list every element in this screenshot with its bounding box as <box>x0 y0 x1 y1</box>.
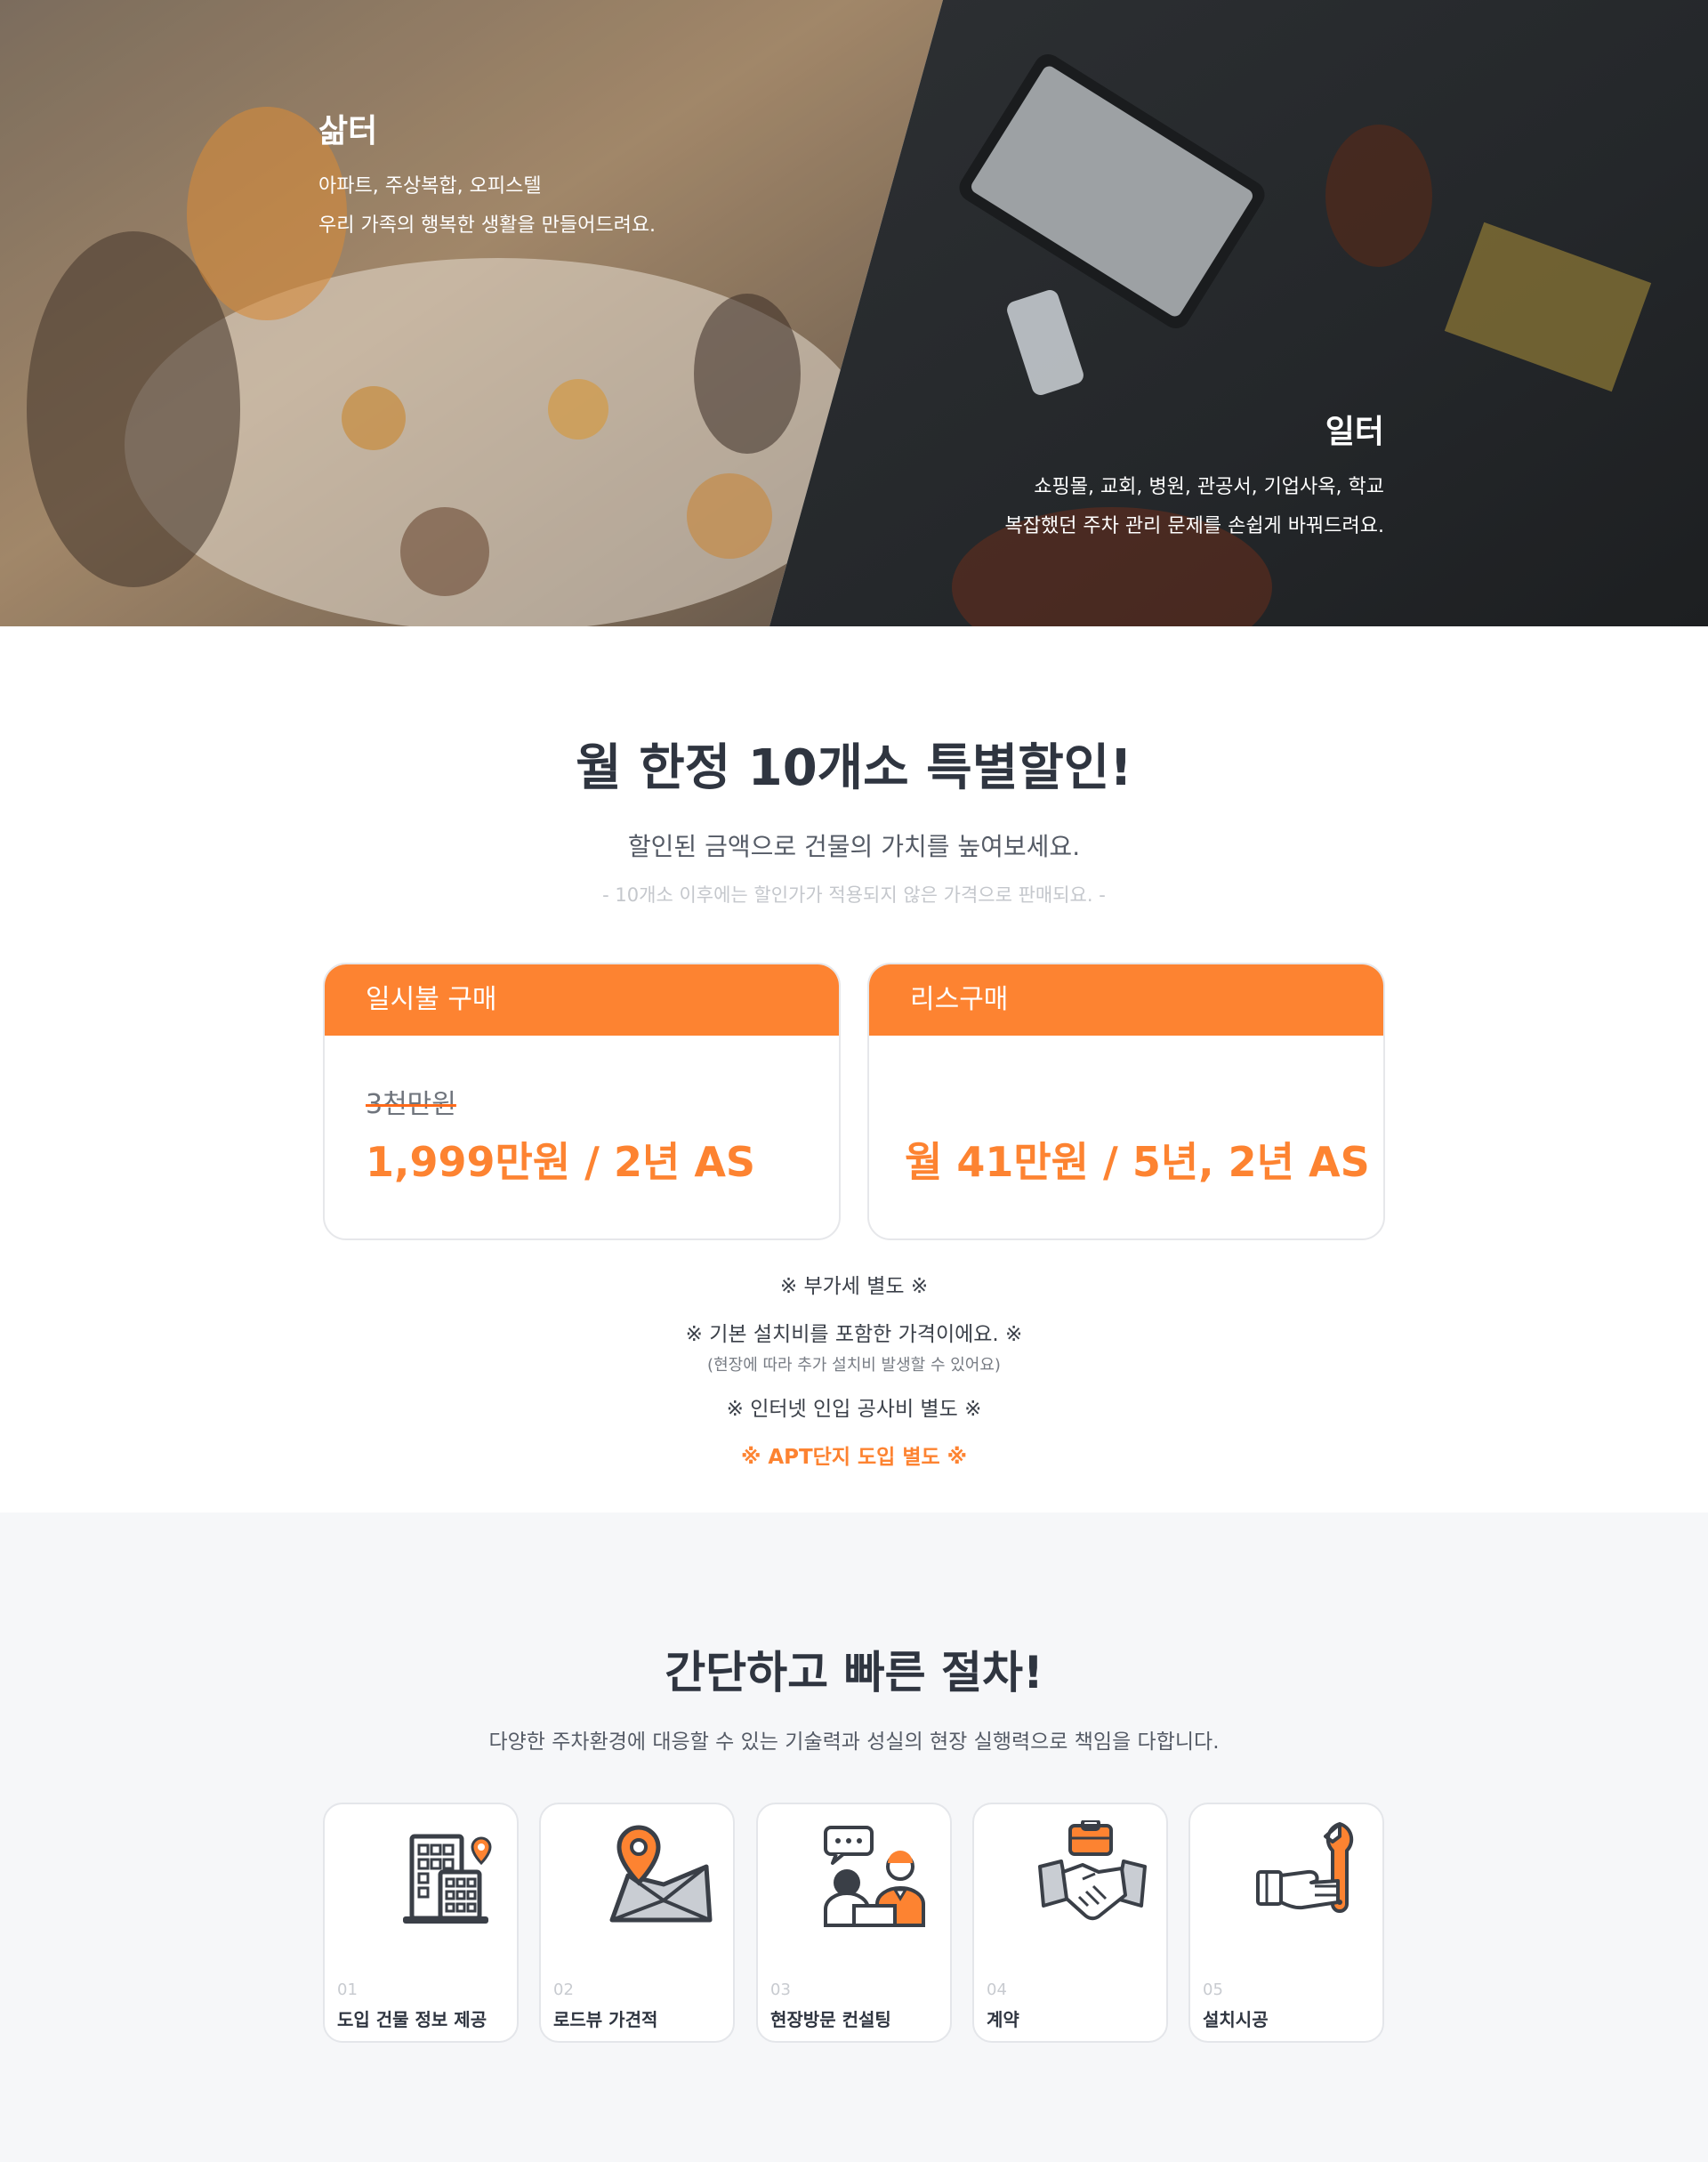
step-number: 05 <box>1203 1980 1223 1999</box>
process-step-2: 02 로드뷰 가견적 <box>539 1803 735 2043</box>
step-label: 도입 건물 정보 제공 <box>337 2009 487 2030</box>
hero-right-line2: 복잡했던 주차 관리 문제를 손쉽게 바꿔드려요. <box>1004 515 1384 537</box>
price-card-price: 1,999만원 / 2년 AS <box>366 1138 756 1186</box>
wrench-hand-icon <box>1256 1822 1354 1913</box>
process-step-5: 05 설치시공 <box>1188 1803 1384 2043</box>
map-pin-icon <box>609 1825 713 1923</box>
note-vat: ※ 부가세 별도 ※ <box>779 1275 929 1298</box>
hero-left-caption: 삶터 아파트, 주상복합, 오피스텔 우리 가족의 행복한 생활을 만들어드려요… <box>318 105 656 249</box>
pricing-note: - 10개소 이후에는 할인가가 적용되지 않은 가격으로 판매되요. - <box>602 884 1106 906</box>
price-card-lease: 리스구매 월 41만원 / 5년, 2년 AS <box>867 963 1385 1240</box>
building-pin-icon <box>403 1834 492 1924</box>
step-label: 설치시공 <box>1203 2009 1269 2030</box>
step-label: 현장방문 컨설팅 <box>770 2009 891 2030</box>
note-install: ※ 기본 설치비를 포함한 가격이에요. ※ <box>685 1323 1023 1346</box>
process-subtitle: 다양한 주차환경에 대응할 수 있는 기술력과 성실의 현장 실행력으로 책임을… <box>488 1730 1220 1754</box>
price-card-title: 일시불 구매 <box>325 964 839 1036</box>
step-label: 계약 <box>987 2009 1019 2030</box>
pricing-subtitle: 할인된 금액으로 건물의 가치를 높여보세요. <box>627 832 1081 861</box>
handshake-icon <box>1038 1820 1147 1921</box>
hero-background <box>0 0 1708 626</box>
note-install-sub: (현장에 따라 추가 설치비 발생할 수 있어요) <box>707 1356 1001 1375</box>
price-card-price: 월 41만원 / 5년, 2년 AS <box>905 1138 1370 1186</box>
step-label: 로드뷰 가견적 <box>553 2009 658 2030</box>
consulting-icon <box>824 1826 925 1927</box>
pricing-title: 월 한정 10개소 특별할인! <box>576 739 1132 797</box>
price-card-old-price: 3천만원 <box>366 1089 456 1120</box>
process-step-3: 03 현장방문 컨설팅 <box>756 1803 952 2043</box>
hero-banner: 삶터 아파트, 주상복합, 오피스텔 우리 가족의 행복한 생활을 만들어드려요… <box>0 0 1708 626</box>
step-number: 01 <box>337 1980 358 1999</box>
hero-right-caption: 일터 쇼핑몰, 교회, 병원, 관공서, 기업사옥, 학교 복잡했던 주차 관리… <box>1004 406 1384 550</box>
note-apt: ※ APT단지 도입 별도 ※ <box>740 1446 968 1469</box>
process-step-4: 04 계약 <box>972 1803 1168 2043</box>
step-number: 02 <box>553 1980 574 1999</box>
hero-left-line1: 아파트, 주상복합, 오피스텔 <box>318 175 542 198</box>
step-number: 04 <box>987 1980 1007 1999</box>
price-card-lump-sum: 일시불 구매 3천만원 1,999만원 / 2년 AS <box>323 963 841 1240</box>
process-step-1: 01 도입 건물 정보 제공 <box>323 1803 519 2043</box>
hero-left-title: 삶터 <box>318 113 378 149</box>
process-title: 간단하고 빠른 절차! <box>665 1647 1043 1698</box>
hero-left-line2: 우리 가족의 행복한 생활을 만들어드려요. <box>318 214 657 237</box>
price-card-title: 리스구매 <box>869 964 1383 1036</box>
pricing-notes: ※ 부가세 별도 ※ ※ 기본 설치비를 포함한 가격이에요. ※ (현장에 따… <box>0 1269 1708 1470</box>
hero-right-line1: 쇼핑몰, 교회, 병원, 관공서, 기업사옥, 학교 <box>1034 476 1384 498</box>
step-number: 03 <box>770 1980 791 1999</box>
process-section: 간단하고 빠른 절차! 다양한 주차환경에 대응할 수 있는 기술력과 성실의 … <box>0 1513 1708 2162</box>
hero-right-title: 일터 <box>1325 414 1384 450</box>
note-internet: ※ 인터넷 인입 공사비 별도 ※ <box>726 1398 982 1421</box>
